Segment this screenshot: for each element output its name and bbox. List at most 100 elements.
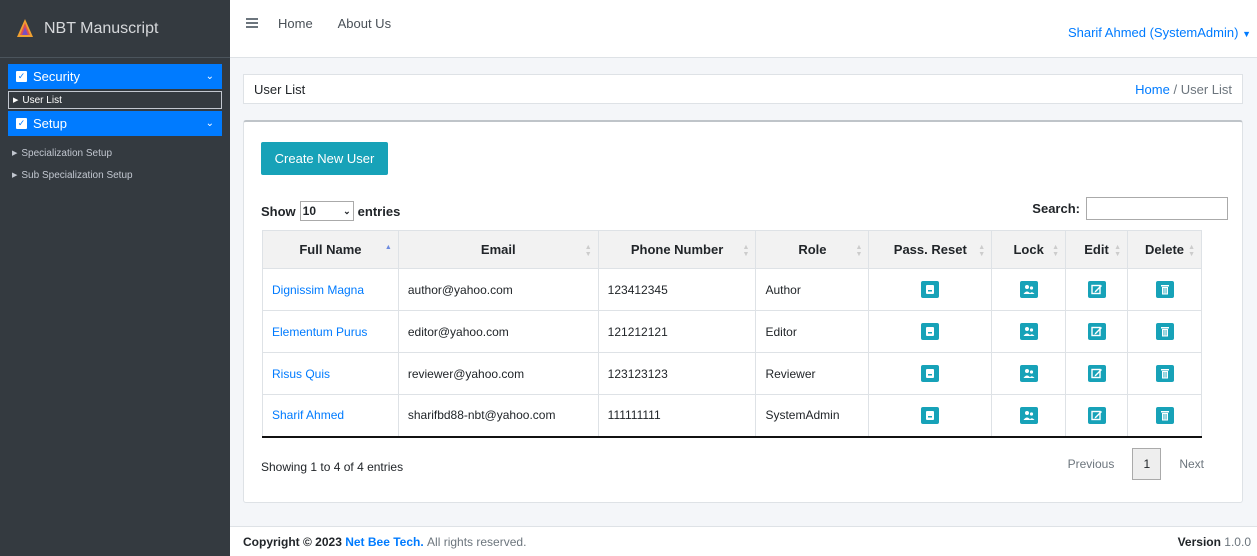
delete-button[interactable] [1155,323,1174,340]
delete-cell [1127,268,1202,311]
footer-company-link[interactable]: Net Bee Tech. [345,535,423,549]
table-info: Showing 1 to 4 of 4 entries [261,460,404,474]
brand-logo-icon [17,18,33,37]
edit-button[interactable] [1087,323,1106,340]
user-role: SystemAdmin [755,394,870,438]
sort-icon: ▲ ▼ [742,244,750,258]
user-name-link[interactable]: Sharif Ahmed [262,394,399,438]
pass-reset-button[interactable] [921,365,940,382]
chevron-down-icon: ⌄ [205,71,214,82]
pagination-previous[interactable]: Previous [1058,457,1125,471]
footer-rights: All rights reserved. [427,534,527,549]
sort-icon: ▲ ▼ [978,244,986,258]
nav-link-home[interactable]: Home [278,16,313,31]
menu-toggle-icon[interactable] [246,18,258,28]
column-header-email[interactable]: Email ▲ ▼ [397,230,599,269]
sidebar-item-sub-specialization-setup[interactable]: ▶ Sub Specialization Setup [8,166,222,184]
caret-right-icon: ▶ [13,97,19,104]
footer-version: Version 1.0.0 [1178,535,1251,549]
user-menu-label: Sharif Ahmed (SystemAdmin) [1067,25,1239,40]
sidebar-item-label: Sub Specialization Setup [21,169,133,181]
sort-icon: ▲ ▼ [584,244,592,258]
user-name-link[interactable]: Dignissim Magna [262,268,399,311]
nav-link-about[interactable]: About Us [338,16,391,31]
table-row: Elementum Purus editor@yahoo.com 121212121… [262,310,1202,353]
user-name-link[interactable]: Elementum Purus [262,310,399,353]
sort-icon: ▲ ▼ [1052,244,1060,258]
user-phone: 111111111 [597,394,757,438]
column-header-phone[interactable]: Phone Number ▲ ▼ [597,230,757,269]
sidebar-item-label: User List [22,94,62,106]
show-label: Show [261,203,296,219]
user-email: editor@yahoo.com [397,310,599,353]
lock-button[interactable] [1019,281,1038,298]
search-control: Search: [1032,197,1228,220]
edit-cell [1065,394,1128,438]
lock-cell [991,268,1067,311]
column-header-label: Delete [1144,242,1185,257]
search-input[interactable] [1086,197,1228,220]
pass-reset-cell [868,310,993,353]
delete-cell [1127,394,1202,438]
user-phone: 123412345 [597,268,757,311]
sort-icon: ▲ ▼ [855,244,863,258]
lock-button[interactable] [1019,365,1038,382]
pass-reset-cell [868,394,993,438]
pass-reset-cell [868,352,993,395]
pass-reset-button[interactable] [921,323,940,340]
column-header-full-name[interactable]: Full Name ▲ [262,230,399,269]
breadcrumb: Home / User List [1135,82,1232,97]
sidebar-item-user-list[interactable]: ▶ User List [8,91,222,109]
delete-button[interactable] [1155,406,1174,424]
version-number: 1.0.0 [1224,534,1251,549]
footer: Copyright © 2023 Net Bee Tech. All right… [230,526,1257,556]
entries-select-value: 10 [302,204,317,218]
create-user-button[interactable]: Create New User [261,142,388,175]
user-email: reviewer@yahoo.com [397,352,599,395]
sort-icon: ▲ ▼ [1114,244,1121,258]
edit-button[interactable] [1087,281,1106,298]
lock-button[interactable] [1019,406,1038,424]
breadcrumb-current: User List [1180,81,1232,97]
column-header-edit[interactable]: Edit ▲ ▼ [1065,230,1128,269]
column-header-delete[interactable]: Delete ▲ ▼ [1127,230,1202,269]
pagination-next[interactable]: Next [1169,457,1214,471]
sidebar-group-security[interactable]: ✓ Security ⌄ [8,64,222,89]
user-table-body: Dignissim Magna author@yahoo.com 123412345… [262,268,1202,438]
column-header-label: Pass. Reset [893,242,967,257]
user-name-link[interactable]: Risus Quis [262,352,399,395]
user-menu[interactable]: Sharif Ahmed (SystemAdmin) ▼ [1068,25,1251,40]
user-email: sharifbd88-nbt@yahoo.com [397,394,599,438]
breadcrumb-home[interactable]: Home [1135,82,1170,97]
edit-button[interactable] [1087,365,1106,382]
edit-button[interactable] [1087,406,1106,424]
entries-select[interactable]: 10 ⌄ [299,201,354,221]
sidebar-item-specialization-setup[interactable]: ▶ Specialization Setup [8,144,222,162]
user-role: Reviewer [755,352,870,395]
column-header-label: Email [480,242,516,257]
edit-cell [1065,352,1128,395]
column-header-role[interactable]: Role ▲ ▼ [755,230,870,269]
pass-reset-button[interactable] [921,406,940,424]
pass-reset-cell [868,268,993,311]
pagination-page-1[interactable]: 1 [1132,448,1162,480]
column-header-label: Role [798,242,827,257]
user-role: Author [755,268,870,311]
caret-down-icon: ▼ [1242,29,1251,39]
top-nav: Home About Us [278,16,413,31]
pass-reset-button[interactable] [921,281,940,298]
sidebar-group-setup[interactable]: ✓ Setup ⌄ [8,111,222,136]
sidebar-group-label: Setup [33,116,67,131]
delete-cell [1127,310,1202,353]
delete-button[interactable] [1155,281,1174,298]
column-header-pass-reset[interactable]: Pass. Reset ▲ ▼ [868,230,993,269]
lock-cell [991,352,1067,395]
content-header: User List Home / User List [243,74,1243,104]
column-header-label: Phone Number [630,242,724,257]
lock-button[interactable] [1019,323,1038,340]
column-header-lock[interactable]: Lock ▲ ▼ [991,230,1067,269]
delete-button[interactable] [1155,365,1174,382]
user-role: Editor [755,310,870,353]
brand[interactable]: NBT Manuscript [0,0,230,58]
sidebar: NBT Manuscript ✓ Security ⌄ ▶ User List … [0,0,230,556]
